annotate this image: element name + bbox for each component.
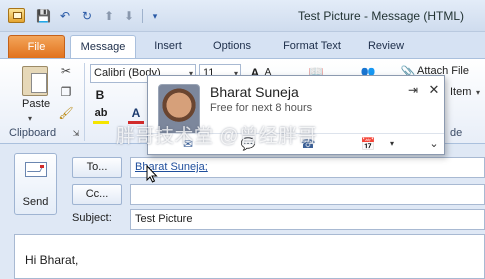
call-icon[interactable]: ☎ bbox=[300, 137, 316, 151]
tab-format-text[interactable]: Format Text bbox=[274, 35, 350, 58]
body-text: Hi Bharat, bbox=[25, 253, 79, 267]
paste-icon[interactable] bbox=[22, 66, 48, 96]
chevron-down-icon[interactable]: ⌄ bbox=[428, 137, 440, 151]
toolbar-separator bbox=[142, 9, 143, 23]
to-button[interactable]: To... bbox=[72, 157, 122, 178]
tab-options[interactable]: Options bbox=[202, 35, 262, 58]
paste-dropdown-icon[interactable]: ▾ bbox=[22, 111, 38, 127]
paste-button[interactable]: Paste bbox=[22, 98, 50, 110]
contact-card: Bharat Suneja Free for next 8 hours ⇥ ✕ … bbox=[147, 75, 445, 155]
down-arrow-icon[interactable]: ⬇ bbox=[122, 9, 136, 23]
contact-availability: Free for next 8 hours bbox=[210, 102, 313, 114]
cc-field[interactable] bbox=[130, 184, 485, 205]
save-icon[interactable]: 💾 bbox=[36, 9, 51, 23]
customize-icon[interactable]: ▾ bbox=[148, 9, 162, 23]
send-button[interactable]: Send bbox=[14, 153, 57, 215]
group-label-include: de bbox=[450, 127, 463, 139]
card-divider bbox=[148, 133, 444, 134]
copy-icon[interactable]: ❐ bbox=[58, 84, 74, 100]
envelope-icon bbox=[25, 162, 47, 177]
message-body[interactable]: Hi Bharat, bbox=[14, 234, 485, 279]
up-arrow-icon[interactable]: ⬆ bbox=[102, 9, 116, 23]
attach-item-button[interactable]: Item bbox=[450, 86, 471, 98]
highlight-color-swatch bbox=[93, 121, 109, 124]
group-separator bbox=[84, 63, 85, 141]
bold-button[interactable]: B bbox=[92, 86, 108, 104]
undo-icon[interactable]: ↶ bbox=[58, 9, 72, 23]
chevron-down-icon[interactable]: ▾ bbox=[470, 85, 485, 101]
subject-label: Subject: bbox=[72, 212, 112, 224]
highlight-button[interactable]: ab bbox=[92, 104, 110, 122]
pin-icon[interactable]: ⇥ bbox=[406, 83, 420, 97]
redo-icon[interactable]: ↻ bbox=[80, 9, 94, 23]
tab-message[interactable]: Message bbox=[70, 35, 136, 58]
tab-review[interactable]: Review bbox=[360, 35, 412, 58]
cut-icon[interactable]: ✂ bbox=[58, 63, 74, 79]
outlook-message-icon[interactable] bbox=[8, 8, 25, 23]
format-painter-icon[interactable]: 🖌 bbox=[58, 105, 74, 121]
title-bar: 💾 ↶ ↻ ⬆ ⬇ ▾ Test Picture - Message (HTML… bbox=[0, 0, 485, 32]
window-title: Test Picture - Message (HTML) bbox=[298, 9, 465, 23]
clipboard-launcher-icon[interactable]: ⇲ bbox=[68, 126, 84, 142]
contact-name: Bharat Suneja bbox=[210, 84, 299, 100]
tab-file[interactable]: File bbox=[8, 35, 65, 58]
email-icon[interactable]: ✉ bbox=[180, 137, 196, 151]
chevron-down-icon[interactable]: ▾ bbox=[384, 137, 400, 151]
subject-field[interactable]: Test Picture bbox=[130, 209, 485, 230]
instant-message-icon[interactable]: 💬 bbox=[240, 137, 256, 151]
font-color-button[interactable]: A bbox=[128, 104, 144, 122]
tab-insert[interactable]: Insert bbox=[142, 35, 194, 58]
close-icon[interactable]: ✕ bbox=[428, 83, 440, 97]
to-field[interactable]: Bharat Suneja; bbox=[130, 157, 485, 178]
font-color-swatch bbox=[128, 121, 144, 124]
cc-button[interactable]: Cc... bbox=[72, 184, 122, 205]
group-label-clipboard: Clipboard bbox=[9, 127, 57, 139]
schedule-meeting-icon[interactable]: 📅 bbox=[360, 137, 376, 151]
contact-photo bbox=[158, 84, 200, 134]
send-label: Send bbox=[22, 196, 49, 208]
mouse-cursor-icon bbox=[146, 165, 158, 183]
ribbon-tabs: File Message Insert Options Format Text … bbox=[0, 32, 485, 58]
